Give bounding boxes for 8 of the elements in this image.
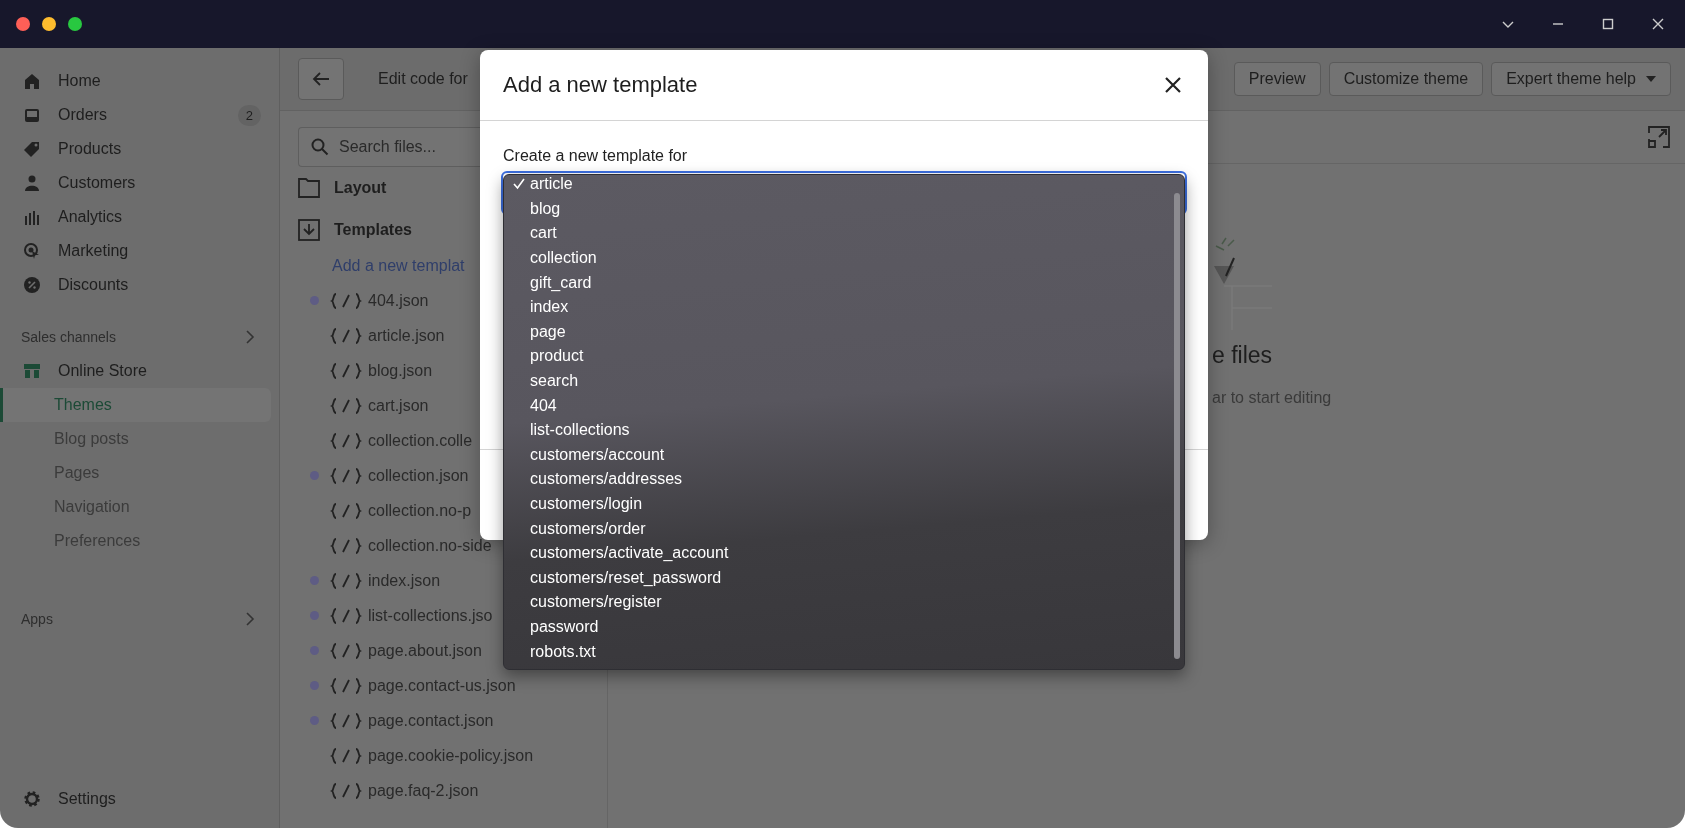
section-label: Sales channels (21, 329, 116, 345)
page-title: Edit code for (378, 70, 468, 88)
search-placeholder: Search files... (339, 138, 436, 156)
count-badge: 2 (237, 104, 261, 126)
dialog-title: Add a new template (503, 72, 698, 98)
empty-state-heading: e files (1212, 342, 1273, 369)
section-label: Apps (21, 611, 53, 627)
field-label: Create a new template for (503, 147, 689, 165)
